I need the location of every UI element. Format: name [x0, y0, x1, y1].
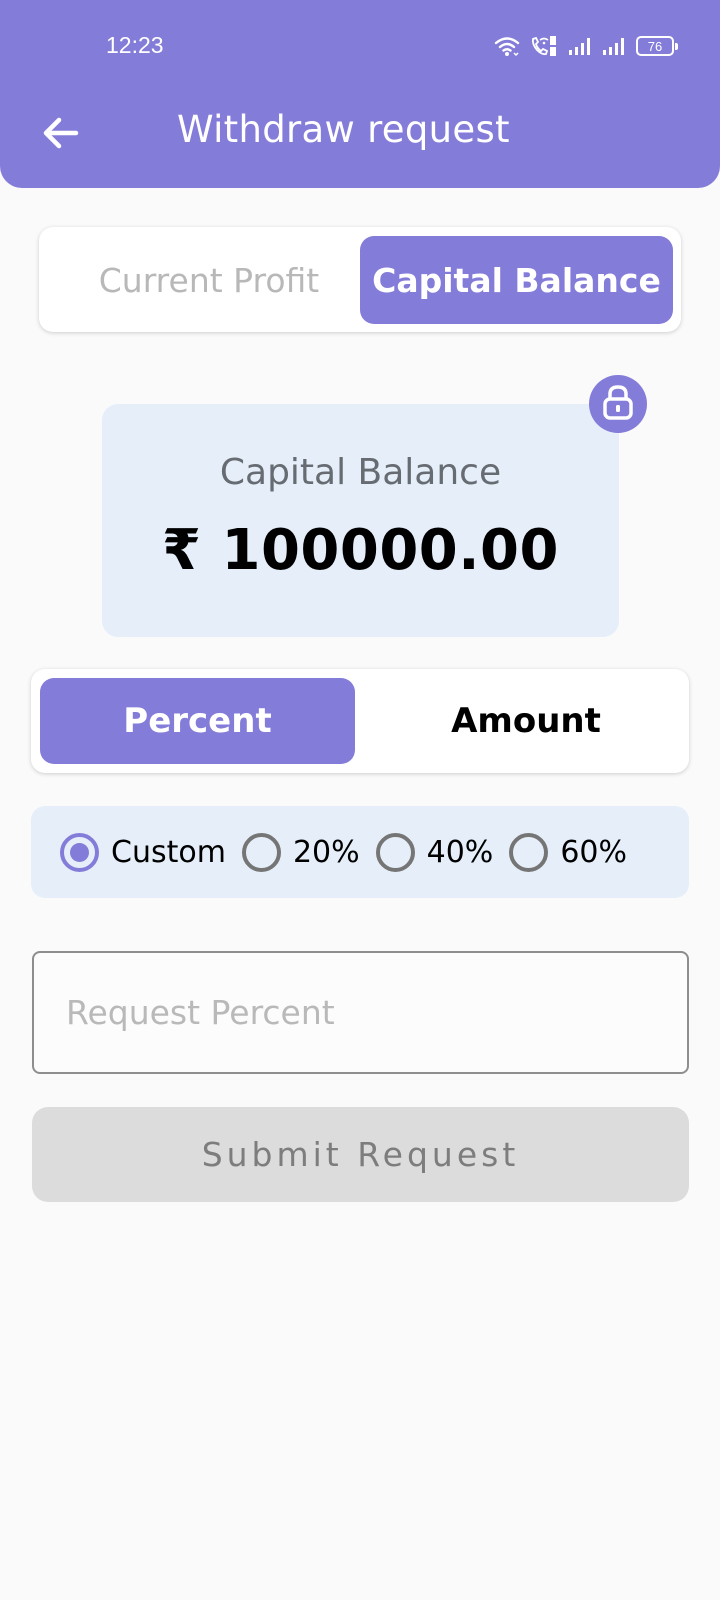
tab-amount[interactable]: Amount [371, 678, 681, 764]
radio-unchecked-icon[interactable] [375, 832, 415, 872]
preset-radio-group: Custom 20% 40% 60% [31, 806, 689, 898]
balance-card: Capital Balance ₹ 100000.00 [102, 404, 619, 637]
lock-button[interactable] [589, 375, 647, 433]
radio-40-percent[interactable]: 40% [375, 832, 494, 872]
submit-request-button[interactable]: Submit Request [32, 1107, 689, 1202]
balance-type-tabs: Current Profit Capital Balance [39, 227, 681, 332]
status-time: 12:23 [106, 32, 164, 58]
battery-icon: 76 [636, 36, 678, 56]
radio-label: Custom [111, 834, 226, 870]
radio-label: 60% [560, 834, 627, 870]
tab-current-profit[interactable]: Current Profit [49, 236, 369, 324]
balance-value: ₹ 100000.00 [162, 518, 559, 583]
request-percent-input[interactable] [32, 951, 689, 1074]
page-title: Withdraw request [177, 108, 510, 151]
radio-checked-icon[interactable] [60, 832, 99, 872]
radio-unchecked-icon[interactable] [509, 832, 549, 872]
radio-unchecked-icon[interactable] [241, 832, 281, 872]
withdraw-mode-tabs: Percent Amount [31, 669, 689, 773]
status-icons: 76 [494, 34, 678, 58]
back-button[interactable] [36, 110, 86, 160]
tab-capital-balance[interactable]: Capital Balance [360, 236, 673, 324]
radio-custom[interactable]: Custom [60, 832, 226, 872]
wifi-icon [494, 35, 520, 57]
signal-sim2-icon [602, 36, 626, 56]
wifi-calling-icon [530, 35, 558, 57]
radio-20-percent[interactable]: 20% [241, 832, 360, 872]
radio-label: 40% [426, 834, 494, 870]
radio-60-percent[interactable]: 60% [509, 832, 627, 872]
arrow-left-icon [42, 117, 80, 153]
tab-percent[interactable]: Percent [40, 678, 355, 764]
app-bar: 12:23 76 Withdraw request [0, 0, 720, 188]
lock-icon [601, 384, 635, 424]
radio-label: 20% [292, 834, 360, 870]
battery-level: 76 [647, 38, 663, 54]
balance-label: Capital Balance [219, 452, 502, 493]
signal-sim1-icon [568, 36, 592, 56]
